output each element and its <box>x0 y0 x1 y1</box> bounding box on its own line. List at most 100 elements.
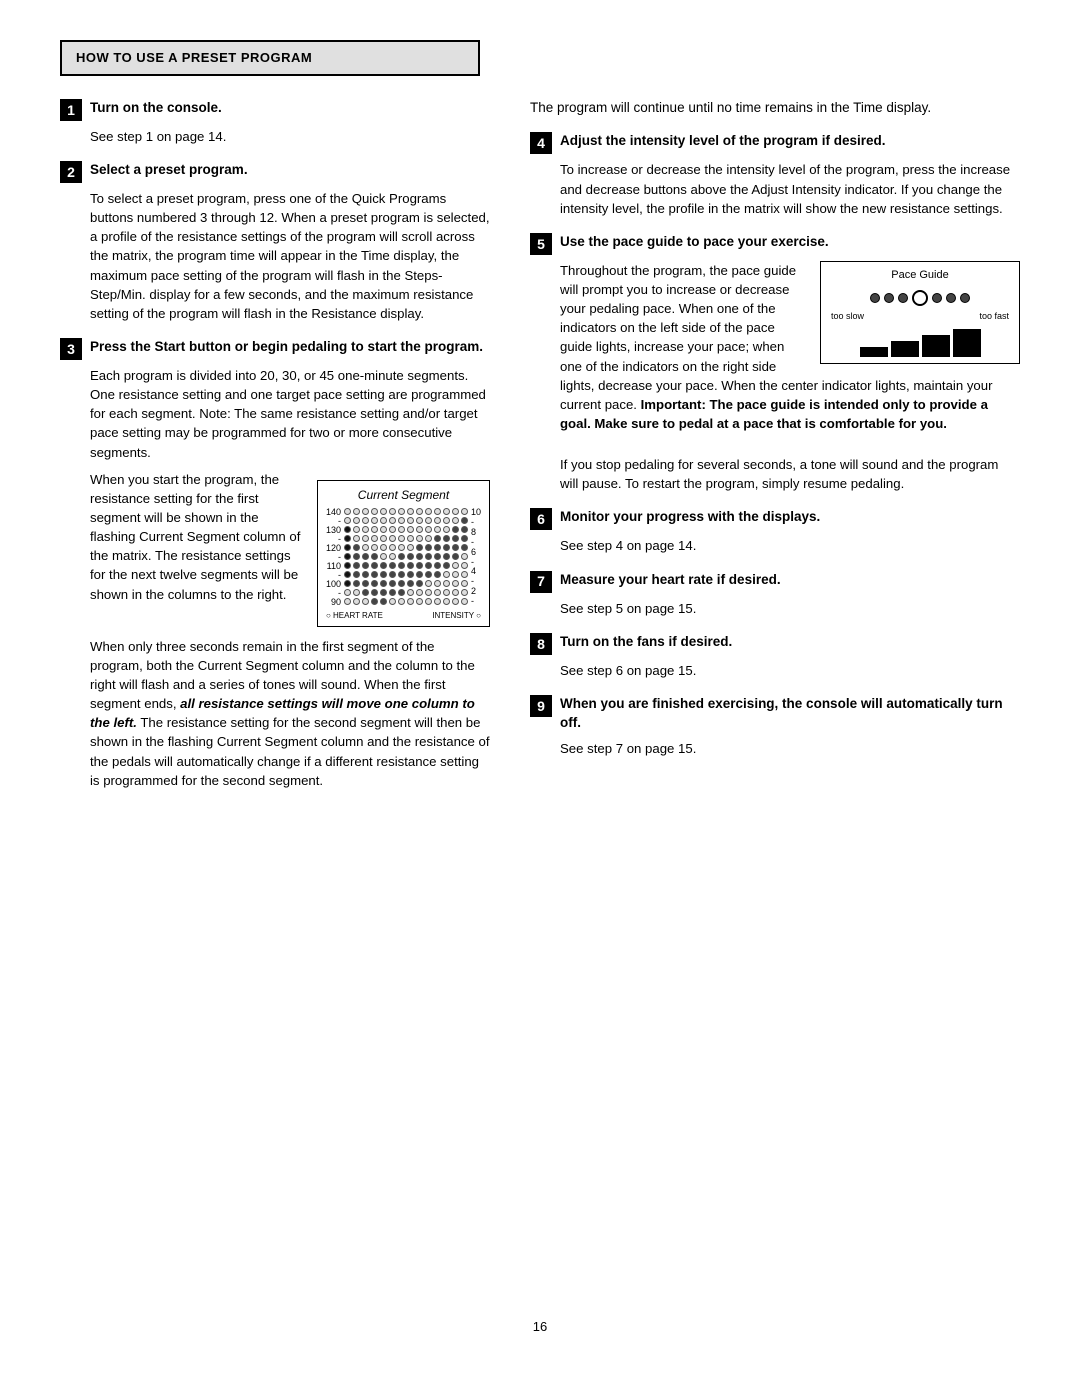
matrix-dot-r0-c0 <box>344 508 351 515</box>
step-6-title: Monitor your progress with the displays. <box>560 507 820 527</box>
pace-bar-1 <box>860 347 888 357</box>
matrix-dot-r3-c1 <box>353 535 360 542</box>
step-2-block: 2 Select a preset program. To select a p… <box>60 160 490 323</box>
matrix-dot-r4-c8 <box>416 544 423 551</box>
matrix-dot-r4-c9 <box>425 544 432 551</box>
matrix-dot-r9-c4 <box>380 589 387 596</box>
step-8-block: 8 Turn on the fans if desired. See step … <box>530 632 1020 680</box>
matrix-dot-r0-c4 <box>380 508 387 515</box>
step-9-header: 9 When you are finished exercising, the … <box>530 694 1020 733</box>
matrix-dot-r0-c13 <box>461 508 468 515</box>
right-column: The program will continue until no time … <box>530 98 1020 1288</box>
matrix-dot-r4-c2 <box>362 544 369 551</box>
current-segment-diagram: Current Segment 140 - 130 - 120 <box>317 480 490 627</box>
matrix-dot-r4-c5 <box>389 544 396 551</box>
matrix-dot-r10-c13 <box>461 598 468 605</box>
matrix-dot-r3-c0 <box>344 535 351 542</box>
matrix-column-10 <box>434 508 441 607</box>
matrix-dot-r8-c0 <box>344 580 351 587</box>
step-5-block: 5 Use the pace guide to pace your exerci… <box>530 232 1020 494</box>
matrix-dot-r9-c3 <box>371 589 378 596</box>
matrix-dot-r5-c12 <box>452 553 459 560</box>
matrix-dot-r6-c1 <box>353 562 360 569</box>
pace-bar-4 <box>953 329 981 357</box>
matrix-dot-r7-c4 <box>380 571 387 578</box>
matrix-dot-r1-c5 <box>389 517 396 524</box>
matrix-dot-r9-c1 <box>353 589 360 596</box>
matrix-dot-r10-c12 <box>452 598 459 605</box>
matrix-dot-r9-c8 <box>416 589 423 596</box>
step-5b-content: If you stop pedaling for several seconds… <box>560 455 1020 493</box>
matrix-dot-r6-c2 <box>362 562 369 569</box>
step-1-header: 1 Turn on the console. <box>60 98 490 121</box>
matrix-dot-r7-c9 <box>425 571 432 578</box>
matrix-dot-r3-c12 <box>452 535 459 542</box>
matrix-dot-r5-c10 <box>434 553 441 560</box>
step-3-header: 3 Press the Start button or begin pedali… <box>60 337 490 360</box>
step-8-body: See step 6 on page 15. <box>560 661 1020 680</box>
step-4-number: 4 <box>530 132 552 154</box>
page-number: 16 <box>60 1318 1020 1337</box>
step-2-body: To select a preset program, press one of… <box>90 189 490 323</box>
matrix-dot-r8-c9 <box>425 580 432 587</box>
matrix-dot-r0-c1 <box>353 508 360 515</box>
page: HOW TO USE A PRESET PROGRAM 1 Turn on th… <box>0 0 1080 1397</box>
matrix-column-9 <box>425 508 432 607</box>
matrix-dot-r5-c3 <box>371 553 378 560</box>
matrix-dot-r6-c13 <box>461 562 468 569</box>
matrix-dot-r3-c9 <box>425 535 432 542</box>
matrix-column-5 <box>389 508 396 607</box>
step-9-number: 9 <box>530 695 552 717</box>
matrix-dot-r6-c12 <box>452 562 459 569</box>
matrix-section: Current Segment 140 - 130 - 120 <box>90 470 490 637</box>
matrix-dot-r2-c13 <box>461 526 468 533</box>
matrix-dot-r2-c7 <box>407 526 414 533</box>
matrix-dot-r6-c7 <box>407 562 414 569</box>
matrix-dot-r4-c4 <box>380 544 387 551</box>
step-6-body: See step 4 on page 14. <box>560 536 1020 555</box>
step-4-header: 4 Adjust the intensity level of the prog… <box>530 131 1020 154</box>
matrix-dot-r3-c10 <box>434 535 441 542</box>
matrix-dot-r10-c0 <box>344 598 351 605</box>
step-6-block: 6 Monitor your progress with the display… <box>530 507 1020 555</box>
step-3-number: 3 <box>60 338 82 360</box>
matrix-dot-r3-c7 <box>407 535 414 542</box>
step-2-header: 2 Select a preset program. <box>60 160 490 183</box>
matrix-dot-r8-c13 <box>461 580 468 587</box>
matrix-dot-r8-c7 <box>407 580 414 587</box>
matrix-dot-r6-c11 <box>443 562 450 569</box>
matrix-column-12 <box>452 508 459 607</box>
matrix-dot-r1-c10 <box>434 517 441 524</box>
matrix-dot-r6-c10 <box>434 562 441 569</box>
matrix-footer: ○ HEART RATE INTENSITY ○ <box>326 610 481 622</box>
matrix-dot-r7-c10 <box>434 571 441 578</box>
matrix-dot-r0-c12 <box>452 508 459 515</box>
matrix-dot-r2-c5 <box>389 526 396 533</box>
matrix-dot-r2-c4 <box>380 526 387 533</box>
matrix-dot-r5-c8 <box>416 553 423 560</box>
matrix-dot-r5-c1 <box>353 553 360 560</box>
pace-guide-title: Pace Guide <box>831 268 1009 284</box>
step-1-body: See step 1 on page 14. <box>90 127 490 146</box>
matrix-dot-r0-c9 <box>425 508 432 515</box>
pace-guide-labels: too slow too fast <box>831 310 1009 323</box>
matrix-dot-r4-c0 <box>344 544 351 551</box>
matrix-dot-r5-c13 <box>461 553 468 560</box>
step-5-number: 5 <box>530 233 552 255</box>
matrix-dot-r9-c7 <box>407 589 414 596</box>
step-2-number: 2 <box>60 161 82 183</box>
step-3-body3-combined: When only three seconds remain in the fi… <box>90 637 490 790</box>
step-8-number: 8 <box>530 633 552 655</box>
step-2-title: Select a preset program. <box>90 160 248 180</box>
pace-guide-bars <box>831 327 1009 357</box>
matrix-dot-r3-c5 <box>389 535 396 542</box>
matrix-dot-r3-c13 <box>461 535 468 542</box>
matrix-dot-r10-c4 <box>380 598 387 605</box>
pace-guide-diagram: Pace Guide too slow <box>820 261 1020 364</box>
matrix-dot-r0-c8 <box>416 508 423 515</box>
pace-bar-3 <box>922 335 950 357</box>
pace-dot-6 <box>960 293 970 303</box>
matrix-dot-r7-c1 <box>353 571 360 578</box>
left-column: 1 Turn on the console. See step 1 on pag… <box>60 98 490 1288</box>
right-intro: The program will continue until no time … <box>530 98 1020 118</box>
